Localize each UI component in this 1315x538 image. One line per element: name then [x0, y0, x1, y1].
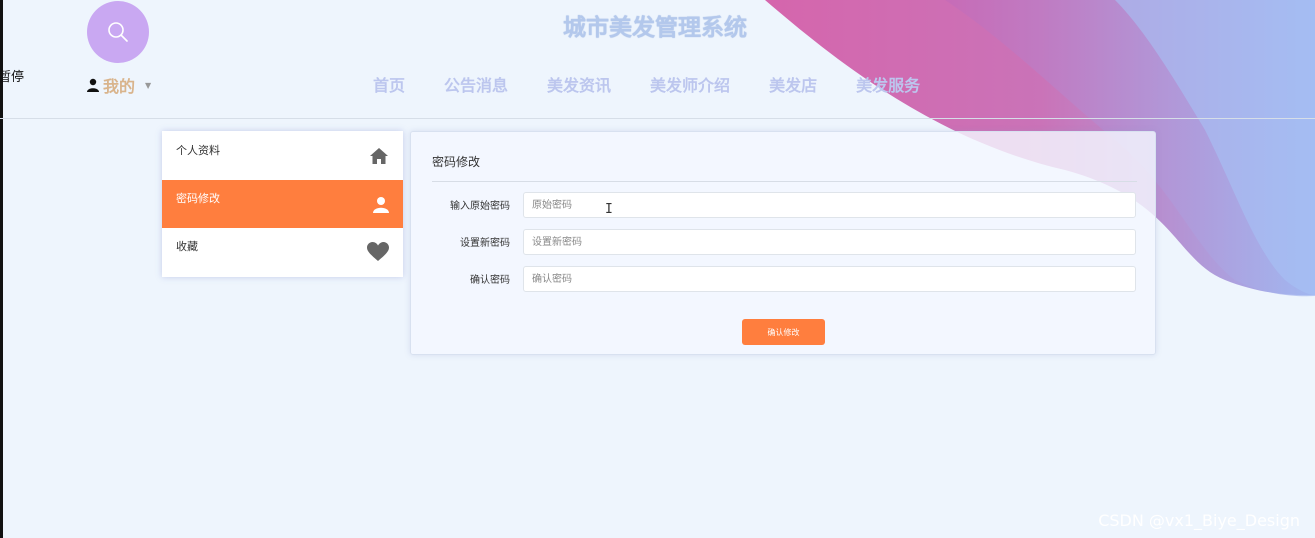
form-row-confirm-password: 确认密码 — [411, 266, 1157, 292]
nav-item-salons[interactable]: 美发店 — [769, 72, 817, 96]
old-password-input[interactable] — [523, 192, 1136, 218]
site-title: 城市美发管理系统 — [563, 15, 747, 41]
clipped-edge-text: 暂停 — [0, 70, 25, 85]
divider — [432, 181, 1137, 182]
sidebar-item-password[interactable]: 密码修改 — [162, 180, 403, 228]
confirm-password-label: 确认密码 — [470, 275, 510, 286]
chevron-down-icon: ▼ — [145, 80, 152, 90]
form-row-old-password: 输入原始密码 — [411, 192, 1157, 218]
form-row-new-password: 设置新密码 — [411, 229, 1157, 255]
confirm-change-button[interactable]: 确认修改 — [742, 319, 825, 345]
search-icon — [108, 22, 128, 42]
header: 暂停 我的 ▼ 城市美发管理系统 首页 公告消息 美发资讯 美发师介绍 美发店 … — [0, 0, 1315, 119]
sidebar-item-label: 密码修改 — [176, 192, 220, 205]
sidebar: 个人资料 密码修改 收藏 — [162, 131, 403, 277]
new-password-input[interactable] — [523, 229, 1136, 255]
sidebar-item-label: 收藏 — [176, 240, 198, 253]
user-menu-label: 我的 — [103, 77, 136, 96]
nav-item-stylists[interactable]: 美发师介绍 — [650, 72, 730, 96]
sidebar-item-profile[interactable]: 个人资料 — [162, 131, 403, 180]
main-nav: 首页 公告消息 美发资讯 美发师介绍 美发店 美发服务 — [373, 72, 959, 96]
nav-item-news[interactable]: 美发资讯 — [547, 72, 611, 96]
confirm-password-input[interactable] — [523, 266, 1136, 292]
panel-title: 密码修改 — [432, 155, 481, 169]
user-icon — [373, 196, 389, 213]
home-icon — [370, 147, 388, 164]
heart-icon — [367, 242, 389, 261]
old-password-label: 输入原始密码 — [450, 201, 510, 212]
nav-item-home[interactable]: 首页 — [373, 72, 405, 96]
user-icon — [87, 78, 99, 92]
sidebar-item-favorites[interactable]: 收藏 — [162, 228, 403, 276]
watermark: CSDN @vx1_Biye_Design — [1098, 511, 1300, 530]
sidebar-item-label: 个人资料 — [176, 143, 220, 157]
search-button[interactable] — [87, 1, 149, 63]
text-cursor-icon: I — [605, 202, 613, 217]
nav-item-services[interactable]: 美发服务 — [856, 72, 920, 96]
nav-item-announcements[interactable]: 公告消息 — [444, 72, 508, 96]
password-change-panel: 密码修改 输入原始密码 设置新密码 确认密码 确认修改 — [410, 131, 1156, 355]
new-password-label: 设置新密码 — [460, 238, 510, 249]
user-menu[interactable]: 我的 ▼ — [87, 73, 151, 97]
